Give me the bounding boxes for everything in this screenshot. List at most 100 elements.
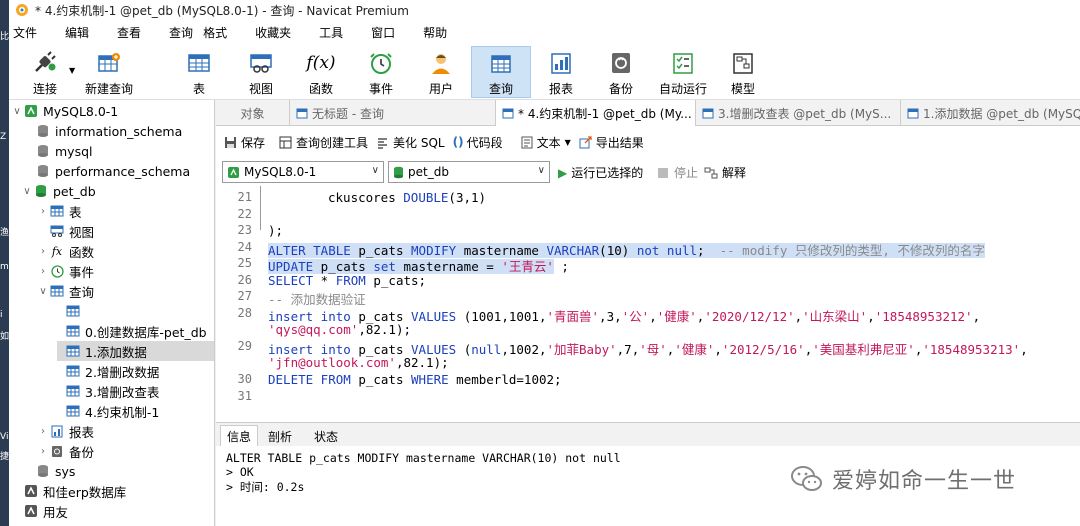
tab-add-data[interactable]: 1.添加数据 @pet_db (MySQ <box>901 100 1080 126</box>
text-label: 文本 <box>536 135 561 150</box>
export-results-button[interactable]: 导出结果 <box>579 134 644 151</box>
title-bar: * 4.约束机制-1 @pet_db (MySQL8.0-1) - 查询 - N… <box>9 0 1080 20</box>
explain-button[interactable]: 解释 <box>704 164 746 181</box>
query-builder-button[interactable]: 查询创建工具 <box>279 134 368 151</box>
chevron-down-icon: ∨ <box>537 165 545 176</box>
tree-reports[interactable]: › 报表 <box>37 421 94 441</box>
tab-info[interactable]: 信息 <box>220 425 259 447</box>
tree-query-unnamed[interactable] <box>65 301 85 321</box>
report-label: 报表 <box>548 82 573 96</box>
report-button[interactable]: 报表 <box>541 46 581 98</box>
menu-help[interactable]: 帮助 <box>423 24 447 41</box>
tab-untitled-query[interactable]: 无标题 - 查询 <box>290 100 496 126</box>
table-icon <box>49 203 65 219</box>
chevron-right-icon[interactable]: › <box>37 446 49 457</box>
chevron-right-icon[interactable]: › <box>37 426 49 437</box>
automation-button[interactable]: 自动运行 <box>653 46 713 98</box>
connection-select[interactable]: MySQL8.0-1 ∨ <box>222 161 384 183</box>
tree-schema-mysql[interactable]: mysql <box>35 141 93 161</box>
line-number: 29 <box>237 339 252 353</box>
view-button[interactable]: 视图 <box>241 46 281 98</box>
chevron-down-icon[interactable]: ∨ <box>21 186 33 197</box>
database-icon <box>33 183 49 199</box>
chevron-right-icon[interactable]: › <box>37 246 49 257</box>
desktop-label: 比 <box>0 32 10 42</box>
tree-schema-performance-schema[interactable]: performance_schema <box>35 161 190 181</box>
tree-query-item-selected[interactable]: 1.添加数据 <box>57 341 214 361</box>
chevron-down-icon[interactable]: ∨ <box>11 106 23 117</box>
user-button[interactable]: 用户 <box>421 46 461 98</box>
tree-label: 事件 <box>69 264 95 280</box>
new-query-icon <box>96 50 122 76</box>
sql-editor[interactable]: 21 22 23 24 25 26 27 28 29 30 31 ckuscor… <box>216 186 1080 422</box>
tree-query-item[interactable]: 2.增删改数据 <box>65 361 159 381</box>
chevron-right-icon[interactable]: › <box>37 206 49 217</box>
menu-tools[interactable]: 工具 <box>319 24 343 41</box>
tree-query-item[interactable]: 4.约束机制-1 <box>65 401 159 421</box>
tab-label: * 4.约束机制-1 @pet_db (My... <box>518 106 692 121</box>
connect-button[interactable]: 连接 <box>23 46 67 98</box>
tab-crud-table[interactable]: 3.增删改查表 @pet_db (MyS... <box>696 100 901 126</box>
tree-label: 和佳erp数据库 <box>43 484 127 500</box>
query-icon <box>65 343 81 359</box>
tree-connection-mysql[interactable]: ∨ MySQL8.0-1 <box>11 101 118 121</box>
menu-format[interactable]: 格式 <box>203 24 227 41</box>
tree-label: MySQL8.0-1 <box>43 103 119 119</box>
beautify-sql-button[interactable]: 美化 SQL <box>376 134 445 151</box>
user-icon <box>428 50 454 76</box>
stop-button[interactable]: 停止 <box>658 164 698 181</box>
tree-schema-sys[interactable]: sys <box>35 461 75 481</box>
tree-events[interactable]: › 事件 <box>37 261 94 281</box>
main-toolbar: 连接 ▼ 新建查询 表 视图 f(x) 函数 事件 用户 查询 报表 备份 自动… <box>9 44 1080 100</box>
fold-guide <box>260 186 261 230</box>
tree-connection-yonyou[interactable]: 用友 <box>23 501 68 521</box>
tab-constraint-query[interactable]: * 4.约束机制-1 @pet_db (My... <box>496 100 696 126</box>
menu-query[interactable]: 查询 <box>169 24 193 41</box>
backup-button[interactable]: 备份 <box>601 46 641 98</box>
model-button[interactable]: 模型 <box>723 46 763 98</box>
tree-label: 0.创建数据库-pet_db <box>85 324 207 340</box>
tab-status[interactable]: 状态 <box>308 425 344 447</box>
tab-profile[interactable]: 剖析 <box>262 425 298 447</box>
table-button[interactable]: 表 <box>179 46 219 98</box>
tab-label: 1.添加数据 @pet_db (MySQ <box>923 106 1080 121</box>
database-select[interactable]: pet_db ∨ <box>388 161 550 183</box>
menu-window[interactable]: 窗口 <box>371 24 395 41</box>
tree-queries[interactable]: ∨ 查询 <box>37 281 94 301</box>
function-button[interactable]: f(x) 函数 <box>301 46 341 98</box>
tree-schema-information-schema[interactable]: information_schema <box>35 121 182 141</box>
tree-functions[interactable]: › fx 函数 <box>37 241 94 261</box>
event-button[interactable]: 事件 <box>361 46 401 98</box>
clock-icon <box>368 50 394 76</box>
tree-views[interactable]: 视图 <box>49 221 94 241</box>
snippet-button[interactable]: () 代码段 <box>453 134 503 151</box>
new-query-button[interactable]: 新建查询 <box>79 46 139 98</box>
tree-schema-pet-db[interactable]: ∨ pet_db <box>21 181 95 201</box>
tree-query-item[interactable]: 0.创建数据库-pet_db <box>65 321 207 341</box>
chevron-right-icon[interactable]: › <box>37 266 49 277</box>
menu-view[interactable]: 查看 <box>117 24 141 41</box>
tree-connection-erp[interactable]: 和佳erp数据库 <box>23 481 126 501</box>
chevron-down-icon[interactable]: ∨ <box>37 286 49 297</box>
query-button[interactable]: 查询 <box>471 46 531 98</box>
database-icon <box>393 166 404 179</box>
line-number: 21 <box>237 190 252 204</box>
menu-edit[interactable]: 编辑 <box>65 24 89 41</box>
tree-backups[interactable]: › 备份 <box>37 441 94 461</box>
tree-query-item[interactable]: 3.增删改查表 <box>65 381 159 401</box>
save-button[interactable]: 保存 <box>224 134 265 151</box>
menu-file[interactable]: 文件 <box>13 24 37 41</box>
tree-tables[interactable]: › 表 <box>37 201 82 221</box>
query-toolbar: 保存 查询创建工具 美化 SQL () 代码段 文本 ▼ 导出结果 <box>216 126 1080 158</box>
run-selected-button[interactable]: ▶ 运行已选择的 <box>558 164 643 181</box>
tab-objects[interactable]: 对象 <box>216 100 290 126</box>
menu-bar: 文件 编辑 查看 查询 格式 收藏夹 工具 窗口 帮助 <box>9 20 1080 44</box>
backup-icon <box>608 50 634 76</box>
output-line: > OK <box>226 465 254 479</box>
text-button[interactable]: 文本 ▼ <box>521 134 571 151</box>
connection-icon <box>23 103 39 119</box>
database-icon <box>35 163 51 179</box>
connect-dropdown-icon[interactable]: ▼ <box>69 66 75 75</box>
menu-favorites[interactable]: 收藏夹 <box>255 24 291 41</box>
line-number: 31 <box>237 389 252 403</box>
